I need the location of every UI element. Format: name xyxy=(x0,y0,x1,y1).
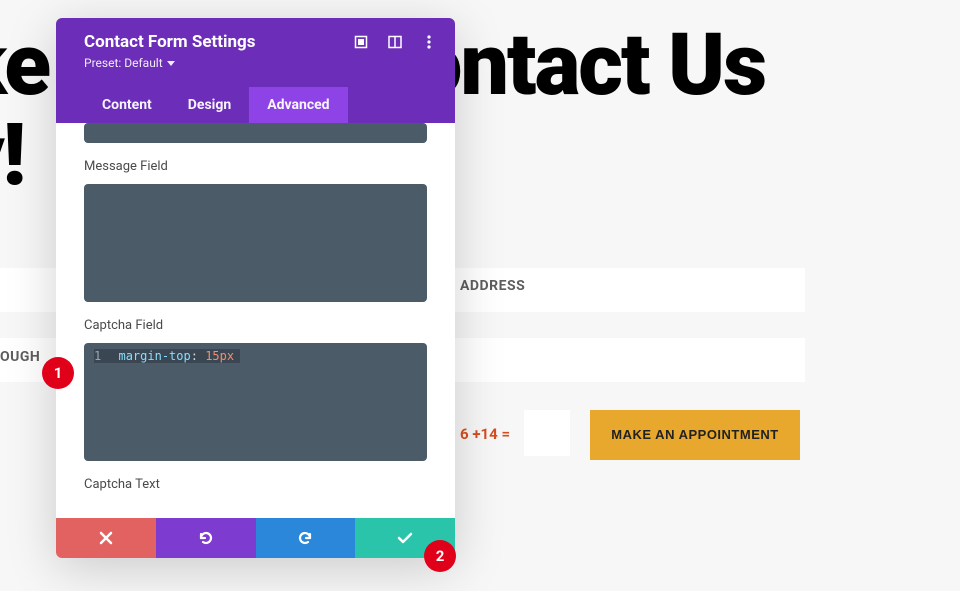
columns-icon[interactable] xyxy=(387,34,403,50)
code-value: 15px xyxy=(205,349,234,363)
panel-footer xyxy=(56,518,455,558)
code-property: margin-top xyxy=(118,349,190,363)
panel-body: Message Field Captcha Field 1 margin-top… xyxy=(56,123,455,518)
message-field-section: Message Field xyxy=(84,159,427,302)
captcha-field-label: Captcha Field xyxy=(84,318,427,333)
annotation-callout-1: 1 xyxy=(42,357,74,389)
more-vertical-icon[interactable] xyxy=(421,34,437,50)
truncated-code-area[interactable] xyxy=(84,123,427,143)
tab-design[interactable]: Design xyxy=(170,87,249,123)
undo-button[interactable] xyxy=(156,518,256,558)
check-icon xyxy=(397,532,413,544)
preset-dropdown[interactable]: Preset: Default xyxy=(84,56,175,70)
message-field-label: Message Field xyxy=(84,159,427,174)
annotation-callout-2: 2 xyxy=(424,540,456,572)
expand-icon[interactable] xyxy=(353,34,369,50)
panel-title: Contact Form Settings xyxy=(84,32,256,52)
code-line-number: 1 xyxy=(94,349,101,363)
address-label: ADDRESS xyxy=(460,278,525,294)
captcha-field-code-editor[interactable]: 1 margin-top: 15px xyxy=(84,343,427,461)
captcha-field-section: Captcha Field 1 margin-top: 15px xyxy=(84,318,427,461)
make-appointment-button[interactable]: MAKE AN APPOINTMENT xyxy=(590,410,800,460)
captcha-equation: 6 +14 = xyxy=(460,425,510,443)
panel-tabs: Content Design Advanced xyxy=(84,87,437,123)
message-field-code-editor[interactable] xyxy=(84,184,427,302)
message-field-partial-label: OUGH xyxy=(0,349,40,365)
close-button[interactable] xyxy=(56,518,156,558)
chevron-down-icon xyxy=(167,61,175,66)
redo-button[interactable] xyxy=(256,518,356,558)
undo-icon xyxy=(198,530,214,546)
tab-advanced[interactable]: Advanced xyxy=(249,87,347,123)
captcha-answer-input[interactable] xyxy=(524,410,570,456)
preset-label: Preset: Default xyxy=(84,56,163,70)
close-icon xyxy=(99,531,113,545)
captcha-text-section: Captcha Text xyxy=(84,477,427,492)
captcha-text-label: Captcha Text xyxy=(84,477,427,492)
redo-icon xyxy=(297,530,313,546)
tab-content[interactable]: Content xyxy=(84,87,170,123)
panel-header: Contact Form Settings Preset: Default Co… xyxy=(56,18,455,123)
settings-panel: Contact Form Settings Preset: Default Co… xyxy=(56,18,455,558)
